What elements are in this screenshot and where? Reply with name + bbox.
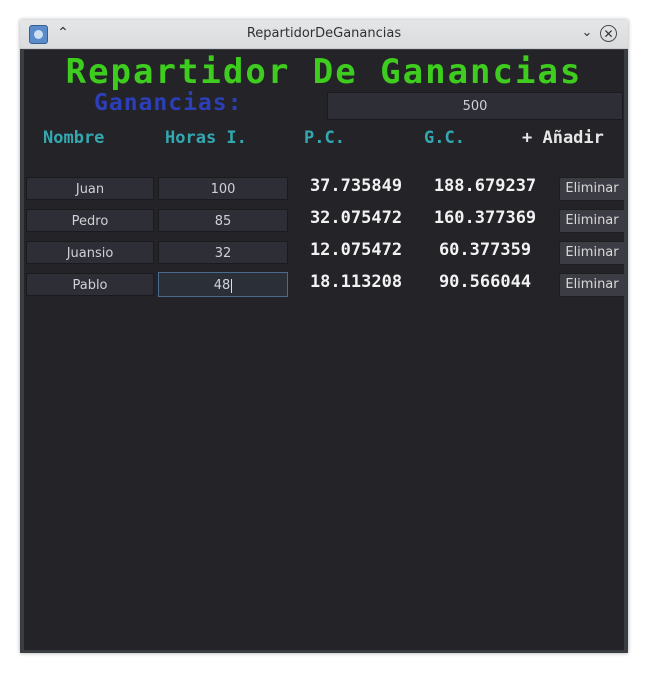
pc-value: 32.075472 [309,208,403,228]
name-field[interactable]: Juansio [26,241,154,264]
delete-button[interactable]: Eliminar [559,209,624,233]
pc-value: 18.113208 [309,272,403,292]
column-header-pc: P.C. [304,128,345,148]
minimize-icon[interactable]: ⌄ [577,23,597,43]
name-field[interactable]: Pedro [26,209,154,232]
app-window: ⌃ RepartidorDeGanancias ⌄ ✕ Repartidor D… [20,20,628,653]
column-header-nombre: Nombre [43,128,105,148]
gc-value: 160.377369 [433,208,537,228]
pc-value: 37.735849 [309,176,403,196]
delete-button[interactable]: Eliminar [559,241,624,265]
gc-value: 90.566044 [438,272,532,292]
column-header-gc: G.C. [424,128,465,148]
hours-field[interactable]: 48 [158,272,288,297]
hours-value: 48 [213,278,231,293]
close-icon[interactable]: ✕ [600,25,617,42]
text-caret [231,278,233,293]
pc-value: 12.075472 [309,240,403,260]
name-field[interactable]: Juan [26,177,154,200]
hours-field[interactable]: 32 [158,241,288,264]
hours-field[interactable]: 100 [158,177,288,200]
ganancias-input[interactable]: 500 [327,92,623,120]
gc-value: 60.377359 [438,240,532,260]
app-content: Repartidor De Ganancias Ganancias: 500 N… [24,50,624,650]
gc-value: 188.679237 [433,176,537,196]
title-bar[interactable]: ⌃ RepartidorDeGanancias ⌄ ✕ [20,20,628,49]
hours-field[interactable]: 85 [158,209,288,232]
delete-button[interactable]: Eliminar [559,273,624,297]
window-title: RepartidorDeGanancias [246,26,402,41]
column-header-horas: Horas I. [165,128,247,148]
add-button[interactable]: + Añadir [522,128,604,148]
delete-button[interactable]: Eliminar [559,177,624,201]
name-field[interactable]: Pablo [26,273,154,296]
ganancias-label: Ganancias: [94,90,243,116]
page-title: Repartidor De Ganancias [65,52,583,92]
